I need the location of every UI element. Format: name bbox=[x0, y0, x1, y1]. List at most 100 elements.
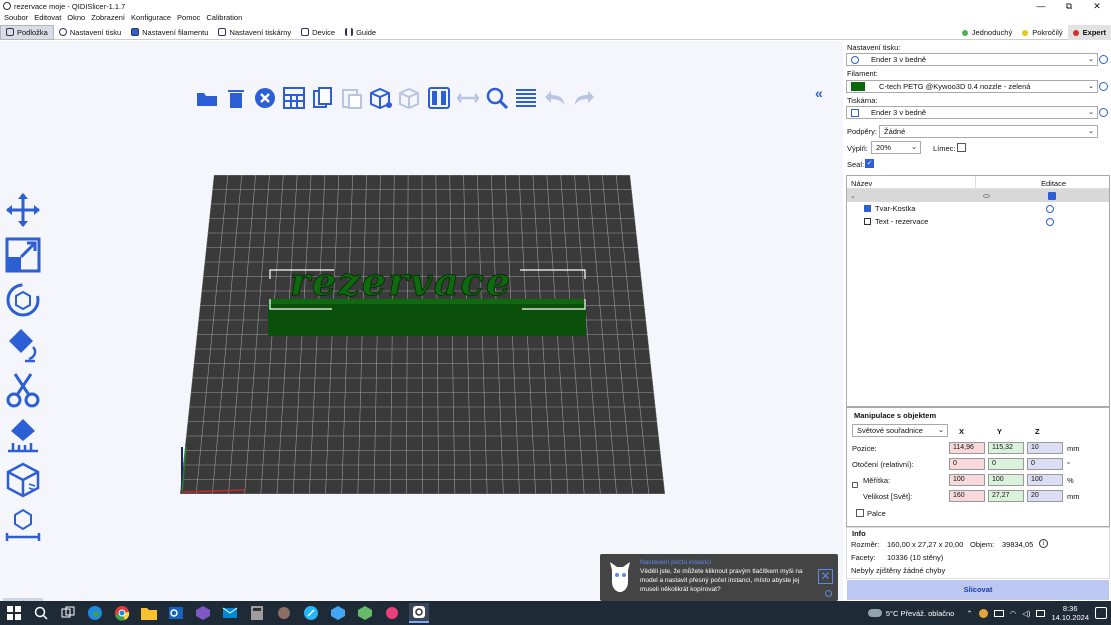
slice-button[interactable]: Slicovat bbox=[847, 580, 1109, 600]
inches-checkbox[interactable] bbox=[856, 509, 864, 517]
scale-icon[interactable] bbox=[4, 236, 42, 274]
chrome-icon[interactable] bbox=[112, 603, 132, 623]
menu-calibration[interactable]: Calibration bbox=[206, 13, 242, 24]
list-item[interactable]: Tvar-Kostka bbox=[847, 202, 1109, 215]
split-parts-icon[interactable] bbox=[456, 86, 480, 110]
menu-konfigurace[interactable]: Konfigurace bbox=[131, 13, 171, 24]
edit-print-settings-icon[interactable] bbox=[1099, 55, 1108, 64]
list-item[interactable]: Text - rezervace bbox=[847, 215, 1109, 228]
app-icon[interactable] bbox=[328, 603, 348, 623]
speaker-icon[interactable]: ◁) bbox=[1022, 609, 1030, 618]
search-icon[interactable] bbox=[485, 86, 509, 110]
copy-icon[interactable] bbox=[311, 86, 335, 110]
tab-print-settings[interactable]: Nastavení tisku bbox=[54, 25, 126, 40]
outlook-icon[interactable] bbox=[166, 603, 186, 623]
split-objects-icon[interactable] bbox=[427, 86, 451, 110]
restore-button[interactable]: ⧉ bbox=[1055, 0, 1083, 12]
print-settings-select[interactable]: Ender 3 v bedně ⌄ bbox=[846, 53, 1098, 66]
monitor-icon[interactable] bbox=[1036, 609, 1046, 617]
app-icon[interactable] bbox=[193, 603, 213, 623]
position-z-input[interactable]: 10 bbox=[1027, 442, 1063, 454]
menu-okno[interactable]: Okno bbox=[67, 13, 85, 24]
calculator-icon[interactable] bbox=[247, 603, 267, 623]
battery-icon[interactable] bbox=[993, 609, 1004, 617]
gear-icon[interactable] bbox=[1046, 204, 1054, 213]
menu-zobrazeni[interactable]: Zobrazení bbox=[91, 13, 125, 24]
scale-y-input[interactable]: 100 bbox=[988, 474, 1024, 486]
redo-icon[interactable] bbox=[572, 86, 596, 110]
edge-icon[interactable] bbox=[85, 603, 105, 623]
file-explorer-icon[interactable] bbox=[139, 603, 159, 623]
infill-select[interactable]: 20% ⌄ bbox=[871, 141, 921, 154]
chevron-up-icon[interactable]: ⌃ bbox=[966, 609, 972, 618]
add-instance-icon[interactable] bbox=[369, 86, 393, 110]
mode-advanced[interactable]: Pokročilý bbox=[1017, 25, 1067, 40]
arrange-icon[interactable] bbox=[282, 86, 306, 110]
app-icon[interactable] bbox=[382, 603, 402, 623]
qidislicer-taskbar-icon[interactable] bbox=[408, 603, 429, 623]
coordinate-system-select[interactable]: Světové souřadnice ⌄ bbox=[852, 424, 948, 437]
weather-text[interactable]: 5°C Převáž. oblačno bbox=[886, 609, 954, 618]
windows-start-icon[interactable] bbox=[4, 603, 24, 623]
menu-soubor[interactable]: Soubor bbox=[4, 13, 28, 24]
menu-pomoc[interactable]: Pomoc bbox=[177, 13, 200, 24]
edit-printer-icon[interactable] bbox=[1099, 108, 1108, 117]
gear-icon[interactable] bbox=[1046, 217, 1054, 226]
3d-viewport[interactable]: rezervace « Nastavení počtu instancí Věd… bbox=[0, 41, 843, 601]
info-icon[interactable]: i bbox=[1039, 539, 1048, 548]
tray-app-icon[interactable] bbox=[978, 608, 988, 618]
app-icon[interactable] bbox=[301, 603, 321, 623]
seal-checkbox[interactable]: ✓ bbox=[865, 159, 874, 168]
delete-icon[interactable] bbox=[224, 86, 248, 110]
size-x-input[interactable]: 160 bbox=[949, 490, 985, 502]
measure-icon[interactable] bbox=[4, 506, 42, 544]
undo-icon[interactable] bbox=[543, 86, 567, 110]
eye-icon[interactable] bbox=[983, 193, 990, 198]
paste-icon[interactable] bbox=[340, 86, 364, 110]
position-y-input[interactable]: 115,32 bbox=[988, 442, 1024, 454]
menu-editovat[interactable]: Editovat bbox=[34, 13, 61, 24]
mode-expert[interactable]: Expert bbox=[1067, 25, 1111, 40]
scale-x-input[interactable]: 100 bbox=[949, 474, 985, 486]
settings-small-icon[interactable] bbox=[825, 590, 832, 597]
notifications-icon[interactable] bbox=[1095, 607, 1107, 619]
position-x-input[interactable]: 114,96 bbox=[949, 442, 985, 454]
size-z-input[interactable]: 20 bbox=[1027, 490, 1063, 502]
brim-checkbox[interactable] bbox=[957, 143, 966, 152]
printer-select[interactable]: Ender 3 v bedně ⌄ bbox=[846, 106, 1098, 119]
rotation-z-input[interactable]: 0 bbox=[1027, 458, 1063, 470]
supports-select[interactable]: Žádné ⌄ bbox=[879, 125, 1098, 138]
tab-device[interactable]: Device bbox=[296, 25, 340, 40]
mail-icon[interactable] bbox=[220, 603, 240, 623]
task-view-icon[interactable] bbox=[58, 603, 78, 623]
app-icon[interactable] bbox=[274, 603, 294, 623]
rotation-y-input[interactable]: 0 bbox=[988, 458, 1024, 470]
layers-editing-icon[interactable] bbox=[514, 86, 538, 110]
open-folder-icon[interactable] bbox=[195, 86, 219, 110]
tab-guide[interactable]: Guide bbox=[340, 25, 381, 40]
place-on-face-icon[interactable] bbox=[4, 326, 42, 364]
filament-select[interactable]: C-tech PETG @Kywoo3D 0.4 nozzle - zelená… bbox=[846, 80, 1098, 93]
collapse-sidebar-icon[interactable]: « bbox=[815, 85, 823, 101]
scale-z-input[interactable]: 100 bbox=[1027, 474, 1063, 486]
tab-plater[interactable]: Podložka bbox=[0, 24, 54, 40]
minimize-button[interactable]: — bbox=[1027, 0, 1055, 12]
move-icon[interactable] bbox=[4, 191, 42, 229]
rotation-x-input[interactable]: 0 bbox=[949, 458, 985, 470]
supports-paint-icon[interactable] bbox=[4, 416, 42, 454]
close-button[interactable]: ✕ bbox=[1083, 0, 1111, 12]
close-icon[interactable]: ✕ bbox=[818, 569, 833, 584]
delete-all-icon[interactable] bbox=[253, 86, 277, 110]
lock-icon[interactable] bbox=[852, 482, 858, 488]
app-icon[interactable] bbox=[355, 603, 375, 623]
wifi-icon[interactable]: ◠ bbox=[1010, 609, 1017, 618]
cut-icon[interactable] bbox=[4, 371, 42, 409]
mode-simple[interactable]: Jednoduchý bbox=[957, 25, 1017, 40]
edit-filament-icon[interactable] bbox=[1099, 82, 1108, 91]
tab-filament-settings[interactable]: Nastavení filamentu bbox=[126, 25, 213, 40]
rotate-icon[interactable] bbox=[4, 281, 42, 319]
remove-instance-icon[interactable] bbox=[398, 86, 422, 110]
list-item-object[interactable]: ⌄ bbox=[847, 189, 1109, 202]
size-y-input[interactable]: 27,27 bbox=[988, 490, 1024, 502]
tab-printer-settings[interactable]: Nastavení tiskárny bbox=[213, 25, 296, 40]
